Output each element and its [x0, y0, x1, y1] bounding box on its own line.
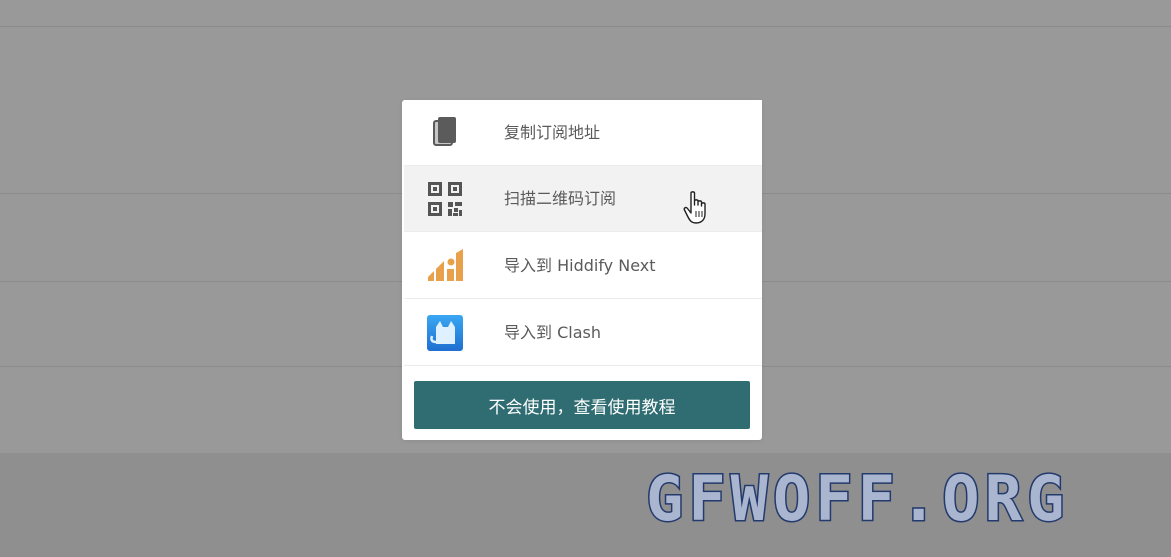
qr-code-icon [426, 180, 464, 218]
hand-pointer-cursor-icon [682, 190, 712, 226]
copy-subscription-link-item[interactable]: 复制订阅地址 [404, 100, 762, 166]
watermark-text: GFWOFF.ORG [644, 462, 1070, 535]
subscription-menu-modal: 复制订阅地址 扫描二维码订阅 导入到 Hiddify Next 导入到 Clas… [402, 100, 762, 440]
import-hiddify-next-item[interactable]: 导入到 Hiddify Next [404, 233, 762, 299]
import-hiddify-next-label: 导入到 Hiddify Next [504, 256, 656, 275]
view-tutorial-button[interactable]: 不会使用，查看使用教程 [414, 381, 750, 429]
import-clash-item[interactable]: 导入到 Clash [404, 300, 762, 366]
copy-icon [426, 114, 464, 152]
clash-cat-icon [426, 314, 464, 352]
divider [0, 26, 1171, 27]
hiddify-logo-icon [426, 247, 464, 285]
copy-subscription-link-label: 复制订阅地址 [504, 123, 601, 142]
scan-qr-code-label: 扫描二维码订阅 [504, 189, 617, 208]
import-clash-label: 导入到 Clash [504, 323, 601, 342]
